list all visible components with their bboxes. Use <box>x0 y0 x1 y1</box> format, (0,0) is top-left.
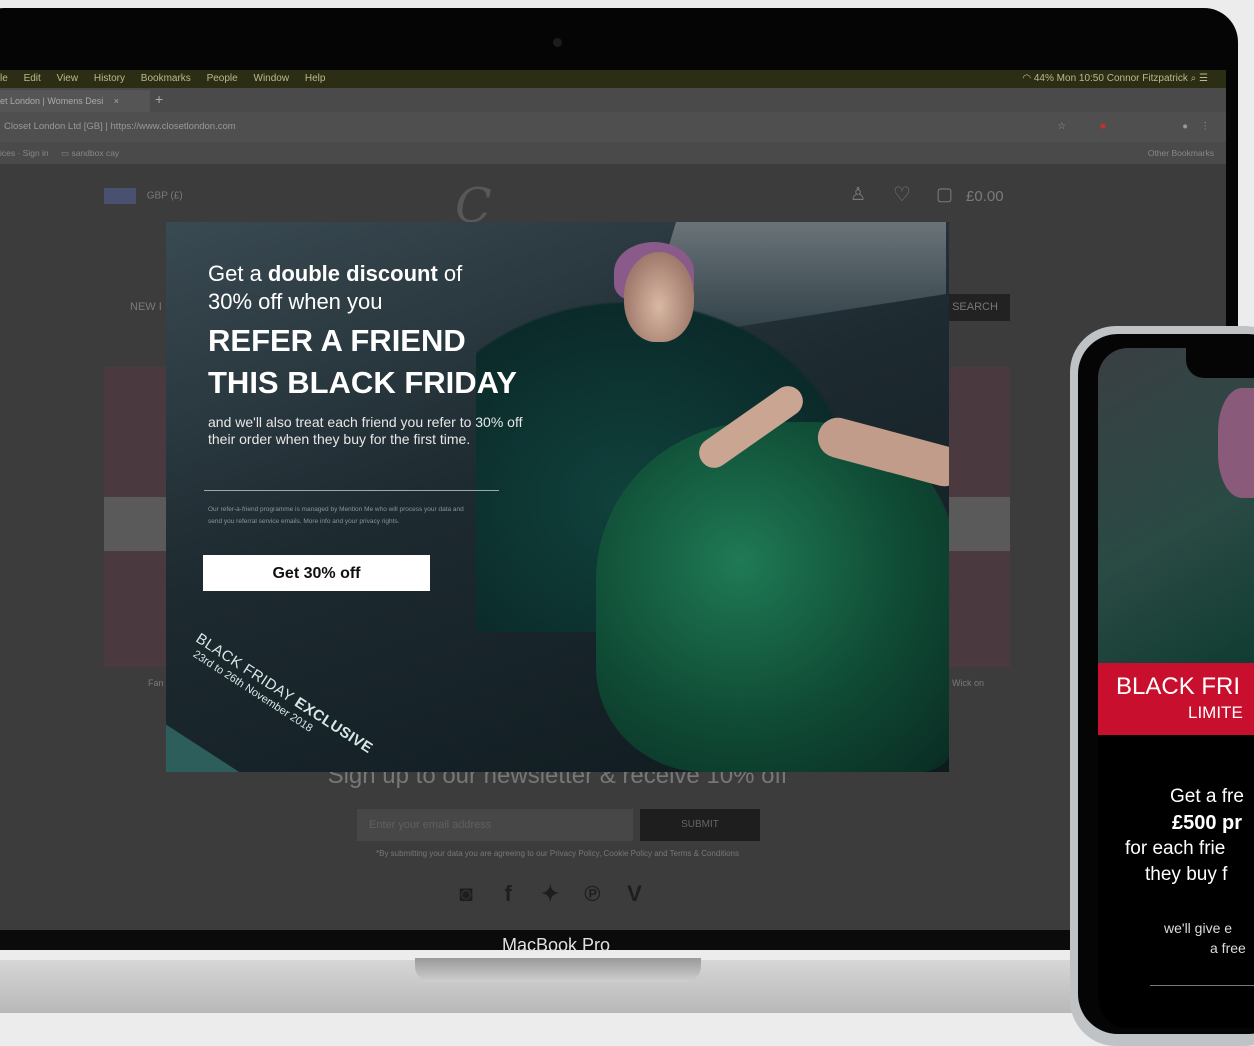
phone-banner-title: BLACK FRI <box>1116 673 1241 700</box>
twitter-icon[interactable]: ✦ <box>532 881 568 907</box>
tab-close-icon[interactable]: × <box>114 96 119 106</box>
phone-text-line1: Get a fre <box>1170 786 1244 807</box>
popup-divider <box>204 490 499 491</box>
facebook-icon[interactable]: f <box>490 881 526 907</box>
menu-item-bookmarks[interactable]: Bookmarks <box>141 70 191 88</box>
menu-item-view[interactable]: View <box>57 70 79 88</box>
phone-red-banner: BLACK FRI LIMITE <box>1098 663 1254 735</box>
phone-banner-subtitle: LIMITE <box>1188 703 1243 722</box>
currency-selector[interactable]: GBP (£) <box>104 188 183 204</box>
menu-item-history[interactable]: History <box>94 70 125 88</box>
popup-headline: REFER A FRIEND THIS BLACK FRIDAY <box>208 320 517 404</box>
account-icon[interactable]: ● <box>1182 112 1188 142</box>
battery-percent[interactable]: 44% <box>1034 70 1054 88</box>
social-links: ◙ f ✦ ℗ V <box>448 881 653 907</box>
currency-label: GBP (£) <box>146 190 183 202</box>
wifi-icon[interactable]: ◠ <box>1022 70 1031 88</box>
intro-line2: 30% off when you <box>208 289 383 314</box>
phone-text-line2: £500 pr <box>1172 812 1243 834</box>
phone-text-line5: we'll give e <box>1164 920 1233 936</box>
intro-post: of <box>437 261 463 286</box>
hero-caption-right: Wick on <box>952 678 985 688</box>
get-30-off-button[interactable]: Get 30% off <box>203 555 430 591</box>
cart-total[interactable]: £0.00 <box>966 188 1004 205</box>
phone-model-image <box>1218 388 1254 498</box>
bookmark-signin[interactable]: ices · Sign in <box>0 148 49 158</box>
phone-text-line6: a free <box>1210 940 1246 956</box>
notification-center-icon[interactable]: ☰ <box>1199 70 1208 88</box>
uk-flag-icon <box>104 188 136 204</box>
account-icon[interactable]: ♙ <box>850 184 866 205</box>
menubar-clock[interactable]: Mon 10:50 <box>1057 70 1104 88</box>
laptop-opening-notch <box>415 958 701 982</box>
laptop-brand: MacBook Pro <box>501 935 611 955</box>
intro-pre: Get a <box>208 261 268 286</box>
popup-privacy-note[interactable]: Our refer-a-friend programme is managed … <box>208 504 478 528</box>
address-bar[interactable]: Closet London Ltd [GB] | https://www.clo… <box>0 112 1226 142</box>
headline-line2: THIS BLACK FRIDAY <box>208 365 517 400</box>
address-url[interactable]: https://www.closetlondon.com <box>111 121 236 132</box>
phone-divider <box>1150 985 1254 986</box>
browser-tabbar: et London | Womens Desi × + <box>0 88 1226 112</box>
address-security: Closet London Ltd [GB] <box>4 121 103 132</box>
new-tab-button[interactable]: + <box>155 91 163 107</box>
nav-item-new[interactable]: NEW I <box>130 301 162 313</box>
browser-menu-icon[interactable]: ⋮ <box>1201 112 1211 142</box>
phone-text-line3: for each frie <box>1125 838 1226 859</box>
vimeo-icon[interactable]: V <box>617 881 653 907</box>
exclusive-dates: 23rd to 26th November 2018 <box>190 648 315 735</box>
menu-item-people[interactable]: People <box>207 70 238 88</box>
model-dress-image <box>596 422 949 772</box>
popup-intro: Get a double discount of 30% off when yo… <box>208 260 538 316</box>
referral-popup: Get a double discount of 30% off when yo… <box>166 222 949 772</box>
bookmark-sandbox[interactable]: sandbox cay <box>71 148 119 158</box>
newsletter-terms[interactable]: *By submitting your data you are agreein… <box>0 849 1115 858</box>
extension-icon[interactable]: ■ <box>1100 112 1106 142</box>
instagram-icon[interactable]: ◙ <box>448 881 484 907</box>
intro-bold: double discount <box>267 261 438 286</box>
menubar-user[interactable]: Connor Fitzpatrick <box>1107 70 1188 88</box>
camera-icon <box>553 38 562 47</box>
cart-bag-icon[interactable]: ▢ <box>936 184 953 205</box>
folder-icon: ▭ <box>61 148 70 158</box>
exclusive-label: BLACK FRIDAY EXCLUSIVE <box>193 630 376 757</box>
mac-menubar: le Edit View History Bookmarks People Wi… <box>0 70 1226 88</box>
headline-line1: REFER A FRIEND <box>208 323 466 358</box>
menu-item-help[interactable]: Help <box>305 70 326 88</box>
bookmark-star-icon[interactable]: ☆ <box>1057 112 1066 142</box>
newsletter-submit-button[interactable]: SUBMIT <box>640 809 760 841</box>
menu-item-edit[interactable]: Edit <box>24 70 41 88</box>
phone-text-line4: they buy f <box>1145 864 1228 885</box>
bookmarks-bar: ices · Sign in ▭ sandbox cay Other Bookm… <box>0 142 1226 164</box>
menu-item-window[interactable]: Window <box>254 70 290 88</box>
pinterest-icon[interactable]: ℗ <box>574 881 610 907</box>
model-face-image <box>624 252 694 342</box>
newsletter-email-input[interactable]: Enter your email address <box>357 809 633 841</box>
popup-body: and we'll also treat each friend you ref… <box>208 414 523 447</box>
browser-tab[interactable]: et London | Womens Desi × <box>0 90 150 112</box>
phone-notch <box>1186 348 1254 378</box>
wishlist-heart-icon[interactable]: ♡ <box>893 182 911 207</box>
hero-caption-left: Fan <box>148 678 164 688</box>
other-bookmarks[interactable]: Other Bookmarks <box>1148 142 1214 164</box>
search-button[interactable]: SEARCH <box>940 294 1010 321</box>
menu-item-file[interactable]: le <box>0 70 8 88</box>
tab-title: et London | Womens Desi <box>0 96 104 106</box>
laptop-screen: le Edit View History Bookmarks People Wi… <box>0 70 1226 930</box>
popup-exclusive-ribbon: BLACK FRIDAY EXCLUSIVE 23rd to 26th Nove… <box>186 630 376 768</box>
spotlight-search-icon[interactable]: ⌕ <box>1191 70 1197 88</box>
